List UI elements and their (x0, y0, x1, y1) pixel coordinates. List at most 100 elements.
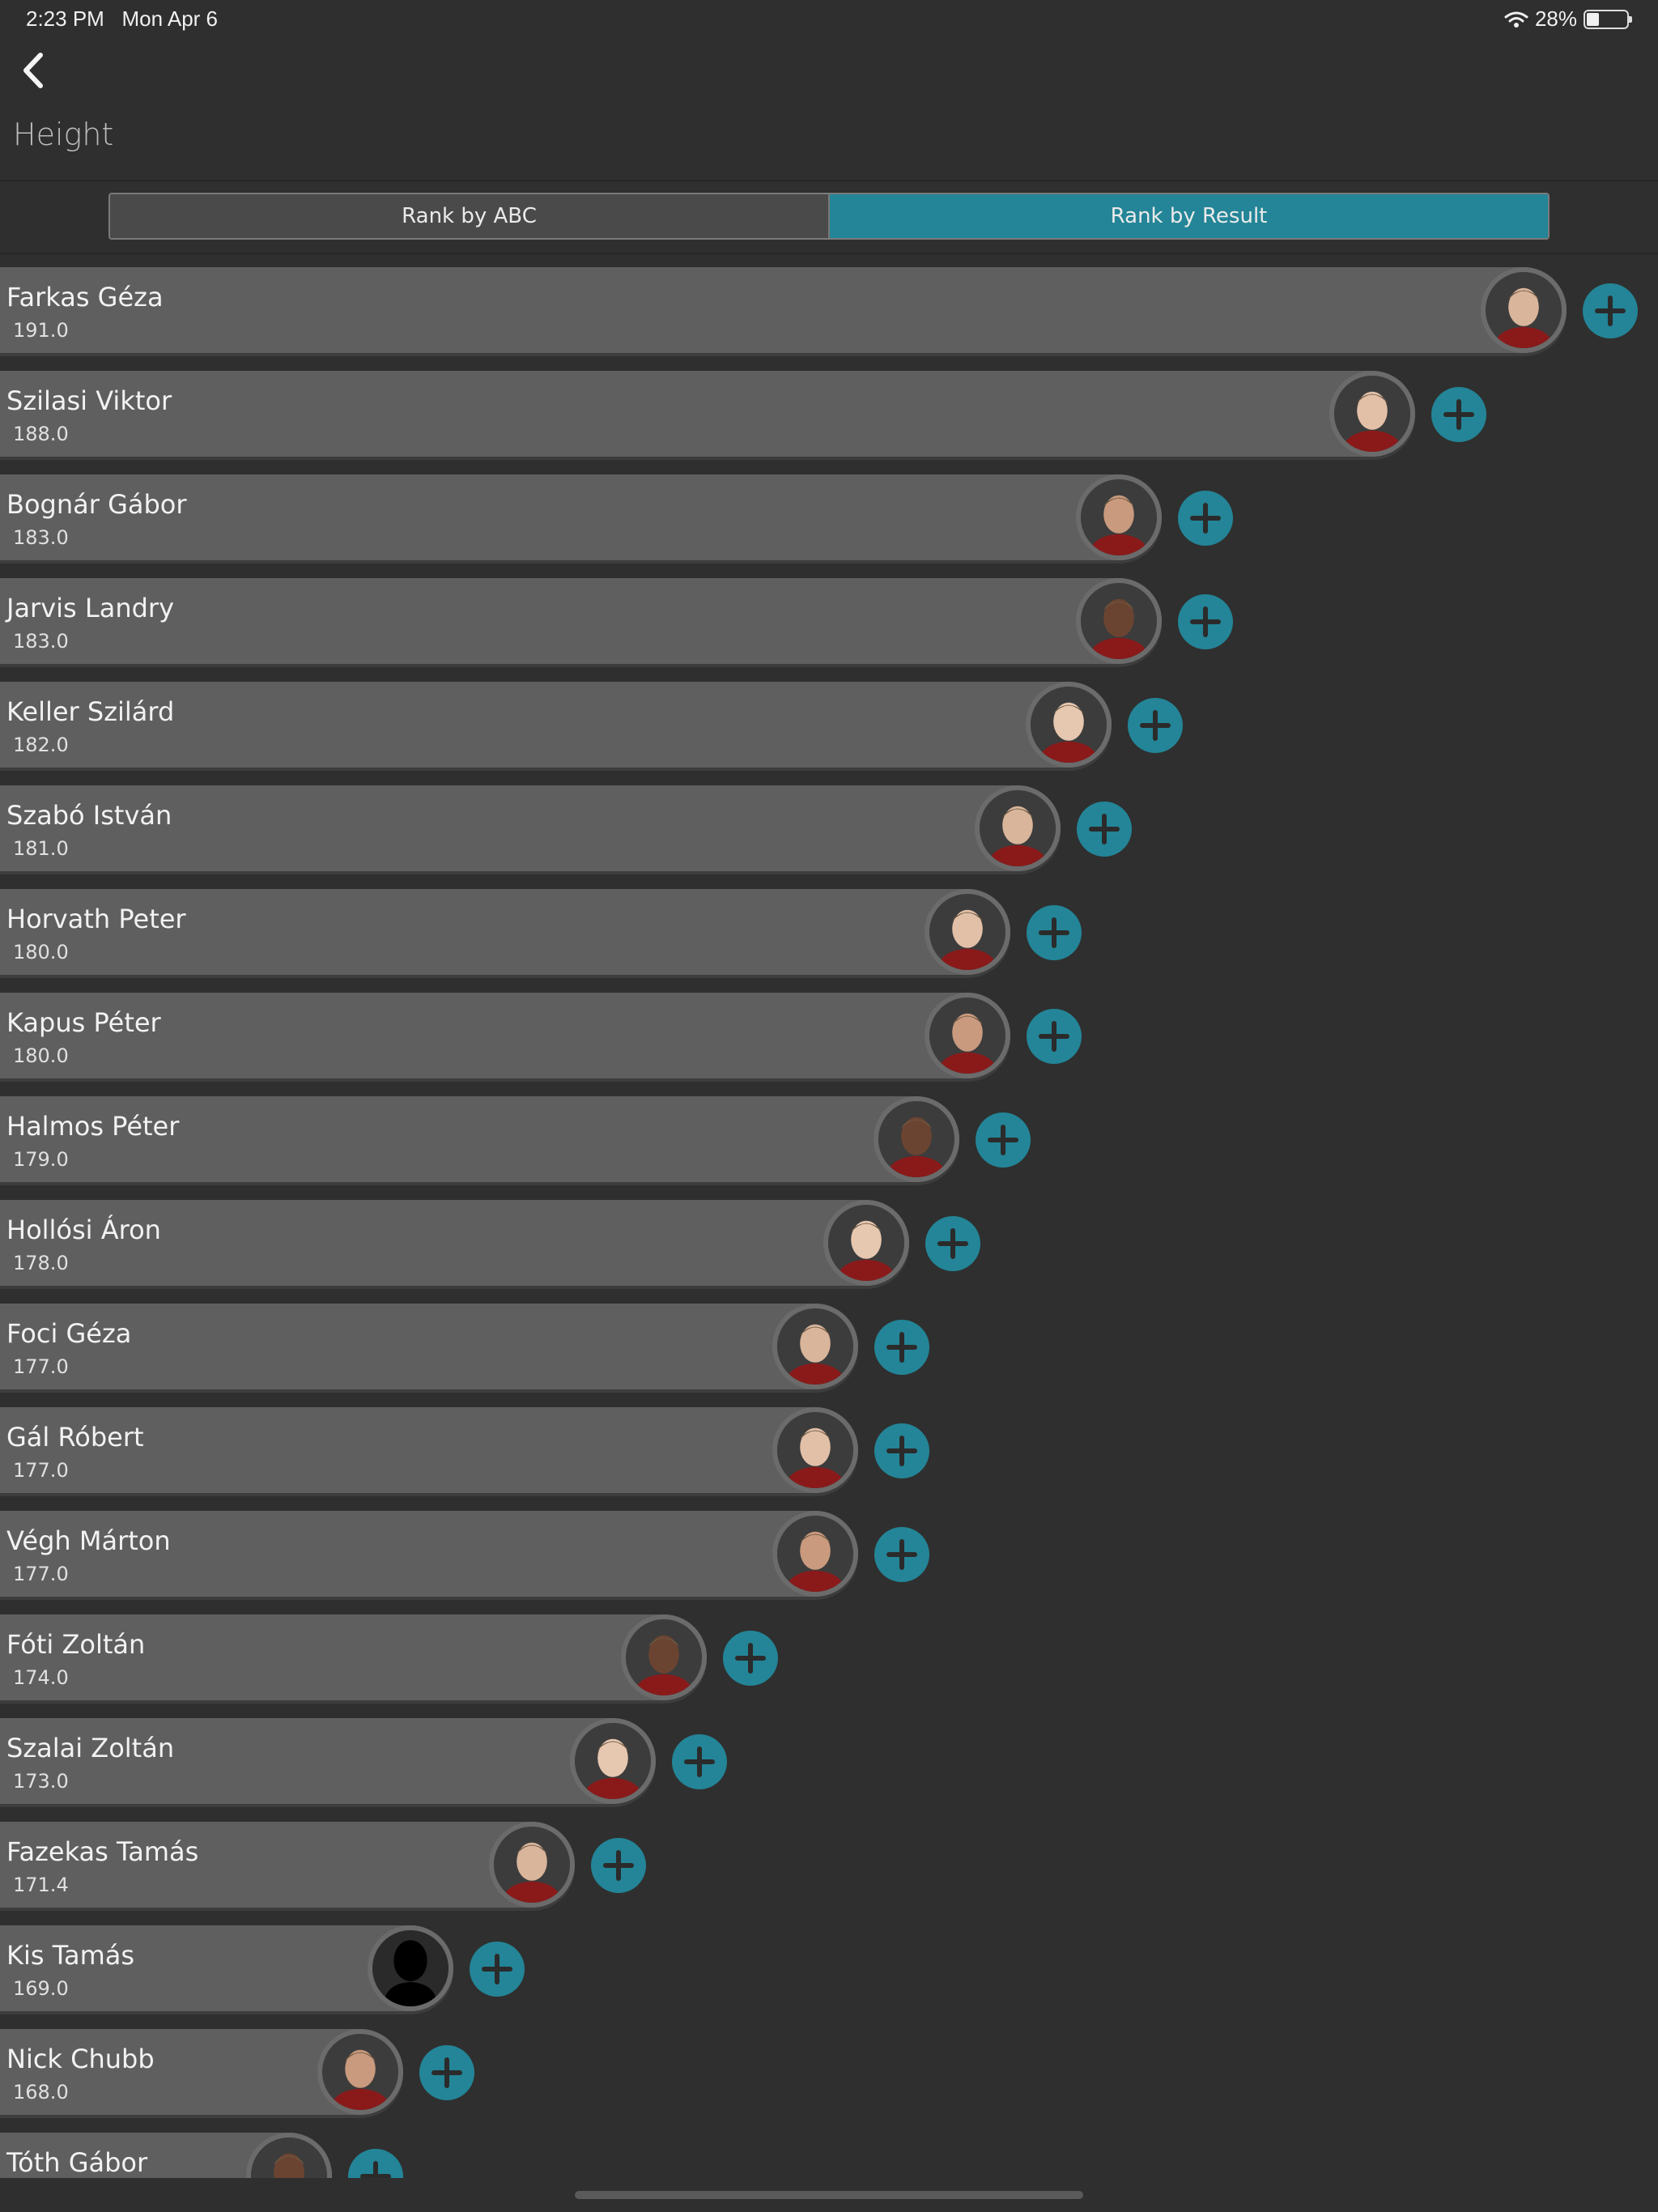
list-item[interactable]: Farkas Géza 191.0 (0, 264, 1658, 356)
player-value: 180.0 (13, 1044, 69, 1067)
rank-segmented-control: Rank by ABC Rank by Result (108, 193, 1550, 240)
list-item[interactable]: Szabó István 181.0 (0, 782, 1658, 874)
player-avatar (1076, 578, 1162, 664)
player-value: 191.0 (13, 319, 69, 342)
player-name: Fazekas Tamás (6, 1836, 199, 1867)
add-button[interactable] (470, 1942, 525, 1997)
add-button[interactable] (1178, 594, 1233, 649)
player-avatar (924, 993, 1010, 1078)
list-item[interactable]: Horvath Peter 180.0 (0, 886, 1658, 978)
plus-icon (988, 1125, 1018, 1155)
player-value: 182.0 (13, 734, 69, 756)
player-value: 177.0 (13, 1459, 69, 1482)
player-value: 177.0 (13, 1355, 69, 1378)
list-item[interactable]: Keller Szilárd 182.0 (0, 678, 1658, 771)
player-avatar (1076, 474, 1162, 560)
plus-icon (1443, 399, 1474, 430)
plus-icon (431, 2057, 462, 2088)
add-button[interactable] (925, 1216, 980, 1271)
list-item[interactable]: Hollósi Áron 178.0 (0, 1197, 1658, 1289)
list-item[interactable]: Nick Chubb 168.0 (0, 2026, 1658, 2118)
result-bar: Gál Róbert 177.0 (0, 1407, 858, 1493)
result-bar: Jarvis Landry 183.0 (0, 578, 1162, 664)
player-name: Tóth Gábor (6, 2147, 148, 2178)
rank-by-abc-tab[interactable]: Rank by ABC (110, 194, 828, 238)
list-item[interactable]: Jarvis Landry 183.0 (0, 575, 1658, 667)
player-avatar (1025, 682, 1112, 768)
add-button[interactable] (1077, 802, 1132, 857)
player-value: 188.0 (13, 423, 69, 445)
player-avatar (1481, 267, 1567, 353)
player-avatar (772, 1511, 858, 1597)
add-button[interactable] (672, 1734, 727, 1789)
player-photo-icon (929, 894, 1005, 970)
add-button[interactable] (976, 1112, 1031, 1168)
player-photo-icon (878, 1101, 954, 1177)
list-item[interactable]: Kis Tamás 169.0 (0, 1922, 1658, 2014)
list-item[interactable]: Fóti Zoltán 174.0 (0, 1611, 1658, 1704)
page-title: Height (13, 117, 114, 152)
result-bar: Foci Géza 177.0 (0, 1304, 858, 1389)
list-item[interactable]: Foci Géza 177.0 (0, 1300, 1658, 1393)
list-item[interactable]: Halmos Péter 179.0 (0, 1093, 1658, 1185)
home-indicator (575, 2191, 1083, 2199)
list-item[interactable]: Tóth Gábor (0, 2129, 1658, 2178)
player-avatar (620, 1614, 707, 1700)
player-photo-icon (777, 1412, 853, 1488)
add-button[interactable] (348, 2149, 403, 2178)
add-button[interactable] (874, 1527, 929, 1582)
player-photo-icon (777, 1308, 853, 1385)
rank-by-result-tab[interactable]: Rank by Result (828, 194, 1548, 238)
list-item[interactable]: Gál Róbert 177.0 (0, 1404, 1658, 1496)
player-photo-icon (929, 998, 1005, 1074)
add-button[interactable] (722, 1631, 778, 1686)
list-item[interactable]: Szilasi Viktor 188.0 (0, 368, 1658, 460)
add-button[interactable] (1026, 1009, 1082, 1064)
add-button[interactable] (874, 1423, 929, 1478)
plus-icon (1089, 814, 1120, 844)
add-button[interactable] (419, 2045, 474, 2100)
list-item[interactable]: Fazekas Tamás 171.4 (0, 1819, 1658, 1911)
list-item[interactable]: Szalai Zoltán 173.0 (0, 1715, 1658, 1807)
add-button[interactable] (1178, 491, 1233, 546)
player-name: Szilasi Viktor (6, 385, 172, 416)
battery-icon (1584, 9, 1632, 29)
player-name: Keller Szilárd (6, 696, 175, 727)
player-value: 169.0 (13, 1977, 69, 2000)
add-button[interactable] (874, 1320, 929, 1375)
result-bar: Végh Márton 177.0 (0, 1511, 858, 1597)
list-item[interactable]: Végh Márton 177.0 (0, 1508, 1658, 1600)
add-button[interactable] (1127, 698, 1183, 753)
player-name: Foci Géza (6, 1318, 132, 1349)
result-bar: Hollósi Áron 178.0 (0, 1200, 909, 1286)
list-item[interactable]: Bognár Gábor 183.0 (0, 471, 1658, 564)
player-photo-icon (1486, 272, 1562, 348)
player-avatar (317, 2029, 403, 2115)
status-right: 28% (1504, 6, 1632, 32)
add-button[interactable] (1026, 905, 1082, 960)
plus-icon (1595, 296, 1626, 326)
player-name: Szalai Zoltán (6, 1733, 175, 1763)
player-name: Kapus Péter (6, 1007, 161, 1038)
result-bar: Szabó István 181.0 (0, 785, 1061, 871)
plus-icon (684, 1746, 715, 1777)
plus-icon (937, 1228, 968, 1259)
back-button[interactable] (18, 50, 50, 91)
add-button[interactable] (591, 1838, 646, 1893)
battery-percent: 28% (1534, 6, 1577, 31)
player-name: Végh Márton (6, 1525, 171, 1556)
player-value: 180.0 (13, 941, 69, 963)
player-avatar (975, 785, 1061, 871)
player-value: 177.0 (13, 1563, 69, 1585)
list-item[interactable]: Kapus Péter 180.0 (0, 989, 1658, 1082)
add-button[interactable] (1431, 387, 1486, 442)
player-name: Bognár Gábor (6, 489, 187, 520)
result-bar: Keller Szilárd 182.0 (0, 682, 1112, 768)
plus-icon (482, 1954, 512, 1984)
player-photo-icon (251, 2138, 327, 2178)
player-name: Hollósi Áron (6, 1214, 161, 1245)
player-value: 174.0 (13, 1666, 69, 1689)
player-photo-icon (494, 1827, 570, 1903)
player-photo-icon (1081, 479, 1157, 555)
add-button[interactable] (1583, 283, 1638, 338)
